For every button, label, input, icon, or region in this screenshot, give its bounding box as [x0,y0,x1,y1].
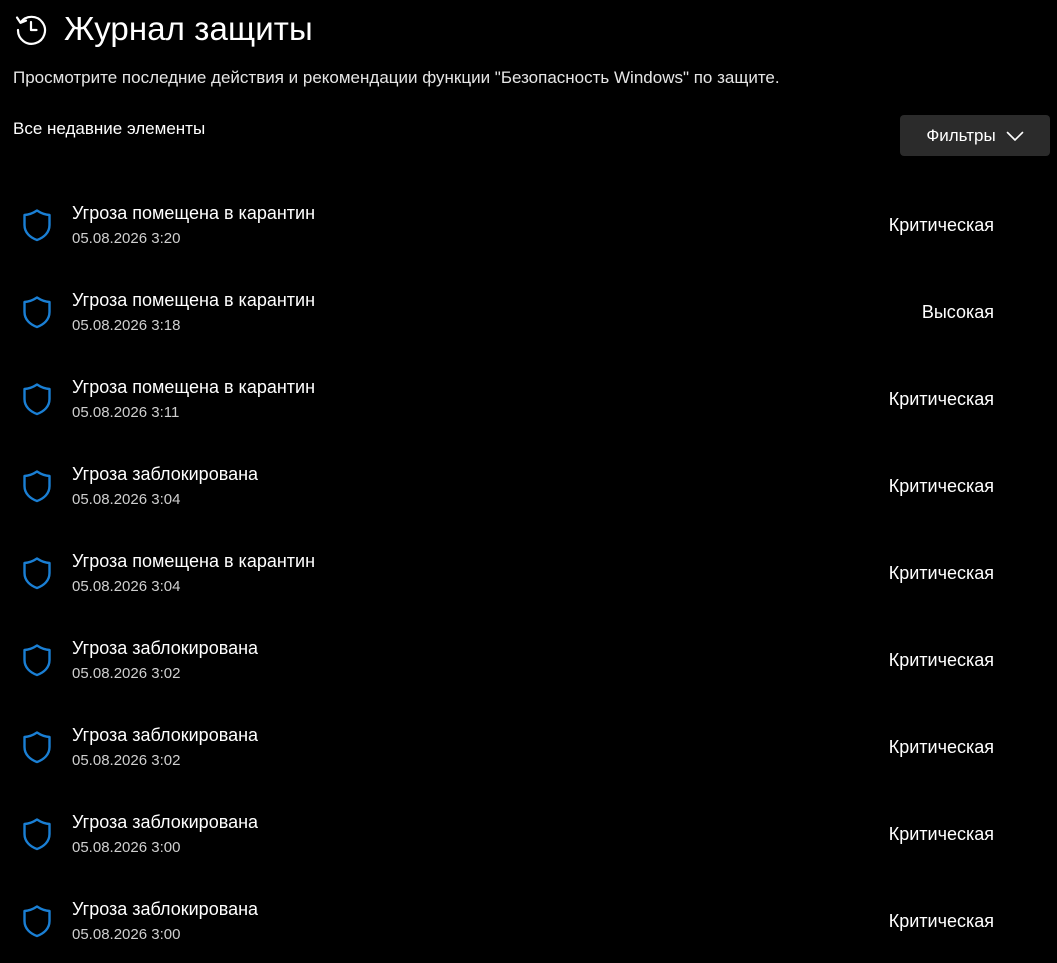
protection-history-list: Угроза помещена в карантин 05.08.2026 3:… [0,180,1057,963]
list-item[interactable]: Угроза заблокирована 05.08.2026 3:04 Кри… [0,441,1057,528]
item-severity: Критическая [888,215,994,235]
shield-icon [23,731,51,764]
chevron-down-icon [1006,131,1023,141]
shield-icon [23,818,51,851]
list-item[interactable]: Угроза заблокирована 05.08.2026 3:02 Кри… [0,615,1057,702]
list-item[interactable]: Угроза помещена в карантин 05.08.2026 3:… [0,180,1057,267]
item-title: Угроза помещена в карантин [72,290,316,310]
item-date: 05.08.2026 3:02 [72,665,181,682]
shield-icon [23,296,51,329]
item-date: 05.08.2026 3:04 [72,491,181,508]
item-severity: Критическая [888,650,994,670]
shield-icon [23,470,51,503]
item-date: 05.08.2026 3:20 [72,230,181,247]
item-severity: Критическая [888,563,994,583]
filters-button-label: Фильтры [926,125,996,145]
item-title: Угроза помещена в карантин [72,551,316,571]
item-severity: Высокая [921,302,994,322]
item-severity: Критическая [888,389,994,409]
item-date: 05.08.2026 3:18 [72,317,181,334]
item-severity: Критическая [888,737,994,757]
item-date: 05.08.2026 3:00 [72,839,181,856]
item-title: Угроза помещена в карантин [72,377,316,397]
page-description: Просмотрите последние действия и рекомен… [13,68,780,87]
list-item[interactable]: Угроза заблокирована 05.08.2026 3:02 Кри… [0,702,1057,789]
shield-icon [23,209,51,242]
item-date: 05.08.2026 3:00 [72,926,181,943]
list-item[interactable]: Угроза заблокирована 05.08.2026 3:00 Кри… [0,876,1057,963]
shield-icon [23,557,51,590]
list-item[interactable]: Угроза помещена в карантин 05.08.2026 3:… [0,267,1057,354]
list-item[interactable]: Угроза помещена в карантин 05.08.2026 3:… [0,354,1057,441]
item-date: 05.08.2026 3:04 [72,578,181,595]
item-title: Угроза заблокирована [72,899,259,919]
item-date: 05.08.2026 3:02 [72,752,181,769]
filters-button[interactable]: Фильтры [900,115,1050,156]
item-title: Угроза заблокирована [72,464,259,484]
item-severity: Критическая [888,476,994,496]
item-date: 05.08.2026 3:11 [72,404,180,421]
item-title: Угроза заблокирована [72,638,259,658]
item-title: Угроза помещена в карантин [72,203,316,223]
shield-icon [23,905,51,938]
page-title: Журнал защиты [64,10,313,47]
list-item[interactable]: Угроза помещена в карантин 05.08.2026 3:… [0,528,1057,615]
history-icon [15,15,47,45]
item-title: Угроза заблокирована [72,812,259,832]
page-header: Журнал защиты [14,6,313,52]
item-title: Угроза заблокирована [72,725,259,745]
section-label: Все недавние элементы [13,119,206,138]
list-item[interactable]: Угроза заблокирована 05.08.2026 3:00 Кри… [0,789,1057,876]
shield-icon [23,644,51,677]
item-severity: Критическая [888,911,994,931]
item-severity: Критическая [888,824,994,844]
shield-icon [23,383,51,416]
